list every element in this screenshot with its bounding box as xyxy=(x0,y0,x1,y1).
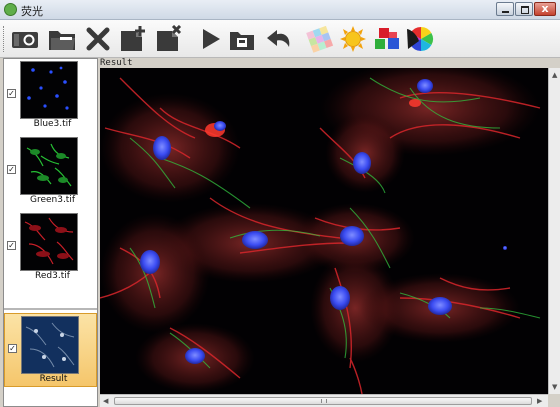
undo-button[interactable] xyxy=(264,25,294,53)
channel-thumbnail-green xyxy=(20,137,78,195)
channel-item-green[interactable]: ✓ Green3.tif xyxy=(4,135,97,209)
app-icon xyxy=(4,3,17,16)
result-caption: Result xyxy=(100,58,133,68)
rgb-channels-button[interactable] xyxy=(372,25,402,53)
check-mark: ✓ xyxy=(8,89,15,98)
title-bar: 荧光 x xyxy=(0,0,560,20)
run-button[interactable] xyxy=(196,25,226,53)
rgb-cubes-icon xyxy=(375,28,399,49)
maximize-button[interactable] xyxy=(515,2,533,16)
color-mosaic-button[interactable] xyxy=(304,25,334,53)
camera-capture-button[interactable] xyxy=(10,25,40,53)
folder-open-icon xyxy=(49,31,75,50)
color-wheel-button[interactable] xyxy=(405,25,435,53)
toolbar xyxy=(0,20,560,58)
vertical-scrollbar[interactable]: ▲ ▼ xyxy=(548,68,560,394)
panel-splitter[interactable] xyxy=(4,308,97,310)
channel-checkbox-blue[interactable]: ✓ xyxy=(7,89,16,98)
channel-thumbnail-red xyxy=(20,213,78,271)
channel-panel: ✓ Blue3.tif ✓ Green3.tif ✓ Red3.tif ✓ Re… xyxy=(3,58,98,407)
toolbar-grip[interactable] xyxy=(3,26,7,52)
save-button[interactable] xyxy=(227,25,257,53)
close-button[interactable]: x xyxy=(534,2,556,16)
check-mark: ✓ xyxy=(9,344,16,353)
horizontal-scrollbar[interactable]: ◀ ▶ xyxy=(100,394,548,407)
delete-button[interactable] xyxy=(83,25,113,53)
scroll-down-icon[interactable]: ▼ xyxy=(552,382,557,392)
channel-label-green: Green3.tif xyxy=(29,195,76,205)
camera-icon xyxy=(12,32,38,48)
scroll-right-icon[interactable]: ▶ xyxy=(537,396,542,406)
file-add-icon xyxy=(121,26,145,51)
save-folder-icon xyxy=(230,32,254,50)
result-label: Result xyxy=(39,374,68,384)
channel-label-red: Red3.tif xyxy=(35,271,70,281)
minimize-button[interactable] xyxy=(496,2,514,16)
remove-image-button[interactable] xyxy=(154,25,184,53)
scroll-left-icon[interactable]: ◀ xyxy=(103,396,108,406)
undo-icon xyxy=(267,30,290,47)
horizontal-scroll-thumb[interactable] xyxy=(114,397,532,405)
close-icon: x xyxy=(541,2,549,15)
close-x-icon xyxy=(86,27,110,51)
add-image-button[interactable] xyxy=(118,25,148,53)
window-controls: x xyxy=(496,2,556,16)
result-checkbox[interactable]: ✓ xyxy=(8,344,17,353)
channel-label-blue: Blue3.tif xyxy=(33,119,72,129)
channel-checkbox-green[interactable]: ✓ xyxy=(7,165,16,174)
result-item[interactable]: ✓ Result xyxy=(4,313,97,387)
brightness-button[interactable] xyxy=(338,25,368,53)
result-thumbnail xyxy=(21,316,79,374)
fluorescence-result-image xyxy=(100,68,548,394)
scroll-up-icon[interactable]: ▲ xyxy=(552,70,557,80)
open-folder-button[interactable] xyxy=(47,25,77,53)
check-mark: ✓ xyxy=(8,165,15,174)
sun-icon xyxy=(340,26,366,52)
play-icon xyxy=(203,29,220,49)
color-mosaic-icon xyxy=(306,25,334,53)
color-wheel-icon xyxy=(407,26,434,51)
window-title: 荧光 xyxy=(21,5,43,18)
channel-item-blue[interactable]: ✓ Blue3.tif xyxy=(4,59,97,133)
channel-thumbnail-blue xyxy=(20,61,78,119)
result-image-view[interactable] xyxy=(100,68,548,394)
channel-checkbox-red[interactable]: ✓ xyxy=(7,241,16,250)
file-remove-icon xyxy=(157,25,182,51)
check-mark: ✓ xyxy=(8,241,15,250)
channel-item-red[interactable]: ✓ Red3.tif xyxy=(4,211,97,285)
